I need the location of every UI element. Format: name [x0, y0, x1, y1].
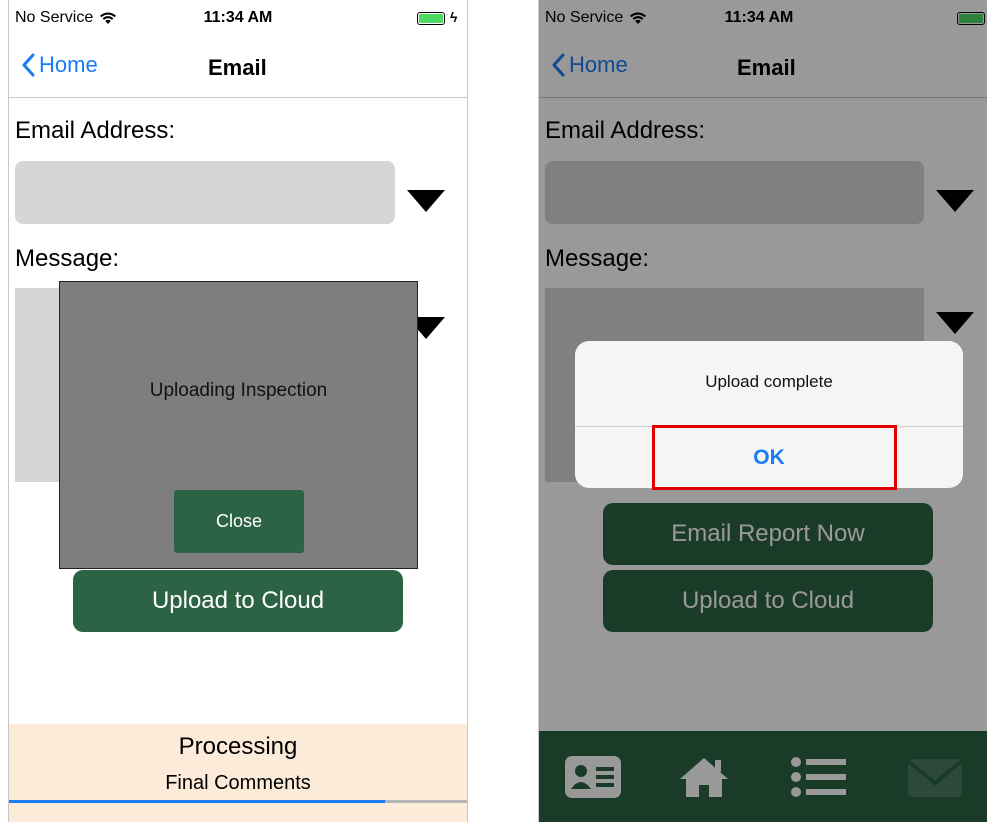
- processing-panel: Processing Final Comments: [9, 724, 467, 822]
- phone-screen-uploading: No Service 11:34 AM ϟ Home Email Email A…: [8, 0, 468, 822]
- email-dropdown-arrow-icon[interactable]: [407, 190, 445, 212]
- progress-bar-fill: [9, 800, 385, 803]
- processing-title: Processing: [178, 733, 298, 760]
- alert-message: Upload complete: [705, 372, 833, 391]
- navigation-bar: Home Email: [9, 40, 467, 98]
- charging-bolt-icon: ϟ: [450, 9, 458, 25]
- email-address-field[interactable]: [15, 161, 395, 224]
- progress-bar: [9, 800, 467, 803]
- back-label: Home: [39, 52, 98, 77]
- upload-to-cloud-button[interactable]: Upload to Cloud: [73, 570, 403, 632]
- phone-screen-upload-complete: No Service 11:34 AM Home Email Email Add…: [538, 0, 987, 822]
- battery-icon: [417, 12, 445, 25]
- back-button[interactable]: Home: [21, 52, 98, 78]
- message-label: Message:: [15, 245, 120, 272]
- processing-subtitle: Final Comments: [165, 772, 311, 794]
- chevron-left-icon: [22, 53, 35, 77]
- uploading-popup: Uploading Inspection Close: [59, 281, 418, 569]
- uploading-message: Uploading Inspection: [149, 380, 328, 401]
- status-time: 11:34 AM: [203, 9, 273, 26]
- close-button[interactable]: Close: [174, 490, 304, 553]
- page-title: Email: [208, 55, 267, 80]
- status-bar: No Service 11:34 AM ϟ: [9, 0, 467, 38]
- email-address-label: Email Address:: [15, 117, 176, 144]
- ok-button-highlight-box: [652, 425, 897, 490]
